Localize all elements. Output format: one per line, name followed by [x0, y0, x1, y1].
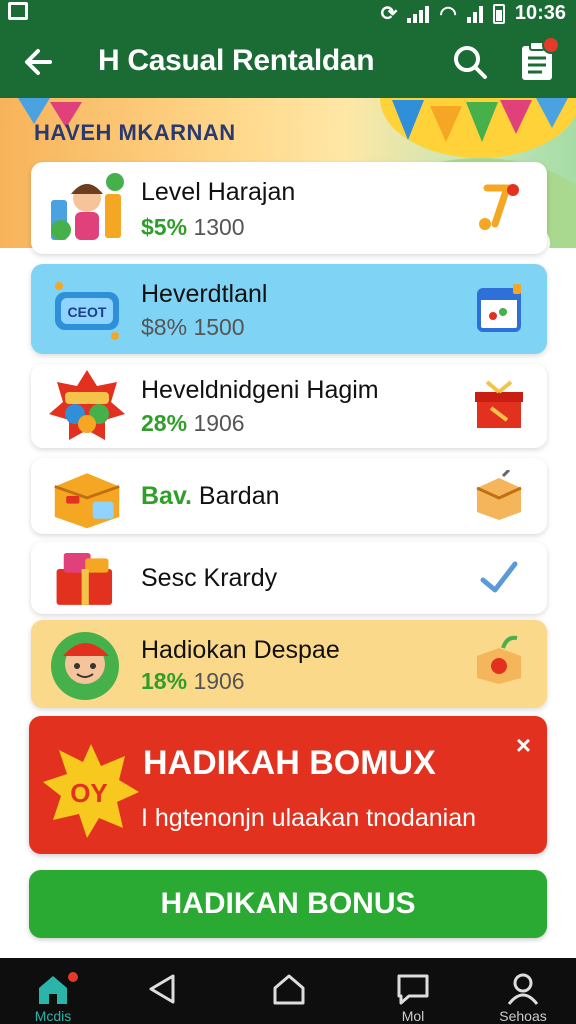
list-item[interactable]: Level Harajan $5% 1300: [31, 162, 547, 254]
cart-button[interactable]: [518, 36, 560, 82]
nav-label: Sehoas: [499, 1008, 547, 1024]
item-discount: $5%: [141, 214, 188, 240]
page-title: H Casual Rentaldan: [98, 44, 375, 77]
bunting-flag: [430, 106, 462, 142]
item-price: 18% 1906: [141, 668, 245, 695]
wifi-icon: ◠: [439, 3, 457, 25]
back-triangle-icon: [149, 974, 175, 1004]
bunting-flag: [536, 98, 568, 128]
item-discount: $8%: [141, 314, 188, 340]
nav-home[interactable]: Mcdis: [8, 958, 98, 1024]
item-price-value: 1906: [193, 668, 245, 694]
item-name: Hadiokan Despae: [141, 636, 340, 664]
item-price-value: 1500: [193, 314, 245, 340]
bunting-flag: [392, 100, 424, 140]
list-item[interactable]: Bav. Bardan: [31, 458, 547, 534]
promo-title: HADIKAH BOMUX: [143, 744, 436, 782]
promo-subtitle: I hgtenonjn ulaakan tnodanian: [141, 804, 477, 832]
boy-avatar-illustration: [51, 632, 119, 700]
nav-home-system[interactable]: [244, 958, 334, 1024]
checkmark-icon: [480, 561, 518, 593]
battery-icon: [492, 3, 505, 24]
signal-icon: [407, 5, 430, 23]
notification-icon: [8, 2, 28, 20]
gift-box-icon: [475, 380, 523, 428]
burst-badge-icon: OY: [43, 744, 139, 838]
status-bar: ⟳ ◠ 10:36: [0, 0, 576, 26]
cart-badge: [542, 36, 560, 54]
status-indicators: ⟳ ◠ 10:36: [381, 1, 566, 26]
cell-signal-icon: [466, 5, 483, 23]
item-name: Heveldnidgeni Hagim: [141, 376, 379, 404]
home-icon: [39, 976, 67, 1004]
item-name-prefix: Bav.: [141, 482, 192, 510]
app-bar: H Casual Rentaldan: [0, 24, 576, 98]
nav-messages[interactable]: Mol: [368, 958, 458, 1024]
rattle-icon: [479, 184, 519, 230]
bunting-flag: [500, 100, 532, 134]
close-icon[interactable]: ×: [516, 730, 531, 761]
item-name: Heverdtlanl: [141, 280, 268, 308]
item-price-value: 1300: [193, 214, 245, 240]
bunting-flag: [466, 102, 498, 142]
item-name: Sesc Krardy: [141, 564, 278, 592]
list-item[interactable]: Hadiokan Despae 18% 1906: [31, 620, 547, 708]
kid-toys-illustration: [51, 173, 124, 240]
item-price: $8% 1500: [141, 314, 245, 341]
home-outline-icon: [273, 974, 305, 1005]
open-box-icon: [476, 470, 522, 520]
bonus-button[interactable]: HADIKAN BONUS: [29, 870, 547, 938]
burst-text: OY: [70, 778, 108, 808]
item-price: 28% 1906: [141, 410, 245, 437]
bonus-promo-card[interactable]: OY HADIKAH BOMUX I hgtenonjn ulaakan tno…: [29, 716, 547, 854]
search-icon[interactable]: [450, 42, 490, 82]
item-discount: 28%: [141, 410, 188, 436]
bottom-nav: Mcdis Mol Sehoas: [0, 958, 576, 1024]
clock: 10:36: [514, 2, 566, 24]
nav-label: Mcdis: [34, 1008, 72, 1024]
item-name-text: Bardan: [198, 482, 280, 510]
svg-text:CEOT: CEOT: [68, 304, 107, 320]
item-name: Bav. Bardan: [141, 482, 280, 511]
nav-label: Mol: [401, 1008, 425, 1024]
calendar-icon: [477, 284, 521, 332]
chat-icon: [397, 974, 429, 1005]
item-price: $5% 1300: [141, 214, 245, 241]
gift-burst-illustration: [49, 370, 125, 440]
sync-icon: ⟳: [380, 3, 398, 25]
item-price-value: 1906: [193, 410, 245, 436]
list-item[interactable]: Heveldnidgeni Hagim 28% 1906: [31, 364, 547, 448]
item-name: Level Harajan: [141, 178, 296, 206]
nav-back[interactable]: [118, 958, 208, 1024]
list-item[interactable]: Sesc Krardy: [31, 542, 547, 614]
gift-crate-illustration: [56, 552, 113, 605]
coupon-tag-illustration: CEOT: [55, 282, 119, 340]
list-item[interactable]: CEOT Heverdtlanl $8% 1500: [31, 264, 547, 354]
banner-heading: HAVEH MKARNAN: [34, 120, 236, 145]
plant-box-icon: [477, 635, 521, 684]
user-icon: [507, 973, 539, 1005]
package-illustration: [54, 473, 120, 529]
back-arrow-icon[interactable]: [20, 42, 60, 82]
nav-profile[interactable]: Sehoas: [478, 958, 568, 1024]
notification-dot: [68, 972, 78, 982]
item-discount: 18%: [141, 668, 188, 694]
